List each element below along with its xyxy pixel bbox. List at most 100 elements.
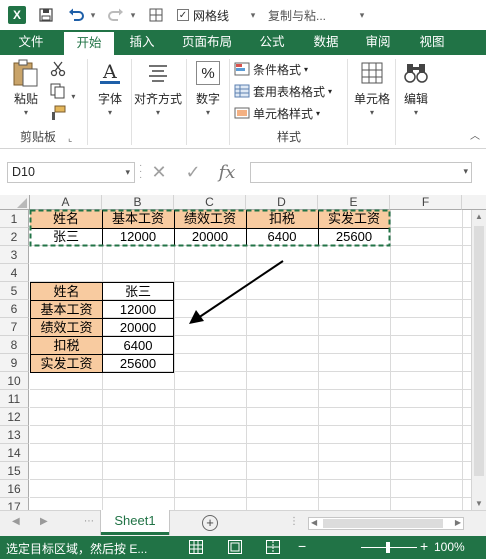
copy-icon[interactable]: ▾ bbox=[50, 83, 75, 102]
copy-paste-label: 复制与粘... bbox=[268, 8, 327, 23]
undo-icon[interactable] bbox=[66, 5, 86, 25]
format-as-table-label: 套用表格格式 bbox=[253, 84, 326, 99]
annotation-arrow bbox=[189, 260, 284, 324]
gridlines-checkbox[interactable]: ✓ bbox=[177, 9, 189, 21]
tab-formulas[interactable]: 公式 bbox=[250, 30, 294, 55]
scroll-down-icon[interactable]: ▼ bbox=[475, 499, 483, 508]
cells-button[interactable]: 单元格 ▾ bbox=[350, 58, 394, 117]
editing-label: 编辑 bbox=[403, 92, 428, 106]
tab-page-layout[interactable]: 页面布局 bbox=[174, 30, 240, 55]
ribbon-separator bbox=[87, 59, 88, 145]
enter-icon: ✓ bbox=[185, 161, 201, 182]
alignment-button[interactable]: 对齐方式 ▾ bbox=[132, 58, 184, 117]
status-bar: 选定目标区域，然后按 E... − + 100% bbox=[0, 536, 486, 559]
add-sheet-icon[interactable]: + bbox=[202, 515, 218, 531]
tab-data[interactable]: 数据 bbox=[304, 30, 348, 55]
clipboard-launcher-icon[interactable]: ⌞ bbox=[68, 133, 72, 144]
insert-function-icon[interactable]: fx bbox=[214, 161, 240, 183]
alignment-icon bbox=[143, 58, 173, 88]
name-box-dropdown-icon[interactable]: ▾ bbox=[125, 163, 130, 182]
number-button[interactable]: % 数字 ▾ bbox=[190, 58, 226, 117]
save-icon[interactable] bbox=[36, 5, 56, 25]
paste-button[interactable]: 粘贴 ▾ bbox=[8, 58, 44, 117]
redo-dropdown-icon: ▾ bbox=[130, 9, 136, 20]
horizontal-scroll-thumb[interactable] bbox=[323, 519, 443, 528]
alignment-dropdown-icon: ▾ bbox=[155, 108, 160, 117]
scroll-left-icon[interactable]: ◀ bbox=[311, 518, 317, 527]
editing-button[interactable]: 编辑 ▾ bbox=[398, 58, 434, 117]
table-grid-icon[interactable] bbox=[146, 5, 166, 25]
tab-review[interactable]: 审阅 bbox=[356, 30, 400, 55]
qat-dropdown-icon[interactable]: ▾ bbox=[248, 5, 258, 25]
page-layout-view-icon[interactable] bbox=[228, 540, 242, 554]
cell-styles-dropdown-icon: ▾ bbox=[316, 108, 321, 118]
vertical-scrollbar[interactable]: ▲ ▼ bbox=[471, 210, 486, 510]
conditional-format-icon bbox=[234, 62, 250, 76]
redo-icon bbox=[106, 5, 126, 25]
quick-access-toolbar: X ▾ ▾ ✓ 网格线 ▾ 复制与粘... ▾ bbox=[0, 0, 486, 30]
name-box-value: D10 bbox=[12, 165, 35, 179]
tab-home[interactable]: 开始 bbox=[64, 32, 114, 56]
styles-group-label: 样式 bbox=[276, 130, 301, 144]
cancel-icon: ✕ bbox=[151, 161, 167, 182]
formula-input[interactable]: ▾ bbox=[250, 162, 472, 183]
ribbon-home: 粘贴 ▾ ▾ 剪贴板 ⌞ A 字体 ▾ 对齐方式 ▾ % 数字 ▾ 条件格式 ▾… bbox=[0, 55, 486, 149]
expand-formula-bar-icon[interactable]: ▾ bbox=[463, 166, 468, 177]
zoom-out-icon[interactable]: − bbox=[298, 538, 306, 554]
copy-paste-command[interactable]: 复制与粘... bbox=[268, 5, 326, 25]
percent-icon: % bbox=[196, 61, 220, 85]
excel-logo-icon: X bbox=[8, 6, 26, 24]
prev-sheet-icon[interactable]: ◀ bbox=[12, 516, 20, 527]
number-label: 数字 bbox=[195, 92, 220, 106]
clipboard-group: 粘贴 ▾ ▾ 剪贴板 ⌞ bbox=[0, 55, 86, 149]
scroll-up-icon[interactable]: ▲ bbox=[475, 212, 483, 221]
ribbon-separator bbox=[186, 59, 187, 145]
normal-view-icon[interactable] bbox=[189, 540, 203, 554]
format-as-table-button[interactable]: 套用表格格式 ▾ bbox=[234, 81, 332, 101]
sheet-tab-sheet1[interactable]: Sheet1 bbox=[101, 510, 169, 535]
zoom-slider-thumb[interactable] bbox=[386, 542, 390, 553]
tab-split-handle[interactable]: ⋮ bbox=[289, 516, 299, 527]
alignment-label: 对齐方式 bbox=[133, 92, 182, 106]
cell-styles-button[interactable]: 单元格样式 ▾ bbox=[234, 103, 320, 123]
vertical-scroll-thumb[interactable] bbox=[474, 226, 484, 476]
next-sheet-icon[interactable]: ▶ bbox=[40, 516, 48, 527]
paste-label: 粘贴 bbox=[13, 92, 38, 106]
horizontal-scrollbar[interactable]: ◀ ▶ bbox=[308, 517, 464, 530]
font-label: 字体 bbox=[97, 92, 122, 106]
cells-icon bbox=[357, 58, 387, 88]
name-box[interactable]: D10 ▾ bbox=[7, 162, 135, 183]
binoculars-icon bbox=[401, 58, 431, 88]
zoom-in-icon[interactable]: + bbox=[420, 538, 428, 554]
cut-icon[interactable] bbox=[50, 61, 66, 80]
gridlines-toggle[interactable]: ✓ 网格线 bbox=[177, 5, 229, 25]
font-dropdown-icon: ▾ bbox=[107, 108, 112, 117]
zoom-level[interactable]: 100% bbox=[434, 540, 465, 554]
ribbon-separator bbox=[229, 59, 230, 145]
cells-dropdown-icon: ▾ bbox=[369, 108, 374, 117]
page-break-view-icon[interactable] bbox=[266, 540, 280, 554]
formula-bar: D10 ▾ · · · ✕ ✓ fx ▾ bbox=[0, 149, 486, 195]
font-button[interactable]: A 字体 ▾ bbox=[92, 58, 128, 117]
ribbon-separator bbox=[347, 59, 348, 145]
status-message: 选定目标区域，然后按 E... bbox=[6, 542, 148, 556]
svg-text:A: A bbox=[102, 61, 117, 83]
gridlines-label: 网格线 bbox=[193, 8, 230, 23]
undo-dropdown-icon[interactable]: ▾ bbox=[88, 5, 98, 25]
tab-insert[interactable]: 插入 bbox=[120, 30, 164, 55]
worksheet-grid[interactable]: A B C D E F 1 2 3 4 5 6 7 8 9 10 11 12 13 14 15 16 17 姓名… bbox=[0, 195, 486, 510]
format-painter-icon[interactable] bbox=[50, 105, 66, 124]
number-dropdown-icon: ▾ bbox=[205, 108, 210, 117]
tab-file[interactable]: 文件 bbox=[0, 30, 62, 55]
paste-dropdown-icon[interactable]: ▾ bbox=[8, 108, 44, 117]
tab-view[interactable]: 视图 bbox=[410, 30, 454, 55]
format-as-table-dropdown-icon: ▾ bbox=[328, 86, 333, 96]
ribbon-separator bbox=[395, 59, 396, 145]
scroll-right-icon[interactable]: ▶ bbox=[455, 518, 461, 527]
customize-qat-icon[interactable]: ▾ bbox=[357, 5, 367, 25]
formula-bar-resize-handle[interactable]: · · · bbox=[139, 161, 145, 183]
conditional-format-button[interactable]: 条件格式 ▾ bbox=[234, 59, 308, 79]
table-format-icon bbox=[234, 84, 250, 98]
collapse-ribbon-icon[interactable]: ︿ bbox=[470, 127, 480, 142]
conditional-format-dropdown-icon: ▾ bbox=[304, 64, 309, 74]
